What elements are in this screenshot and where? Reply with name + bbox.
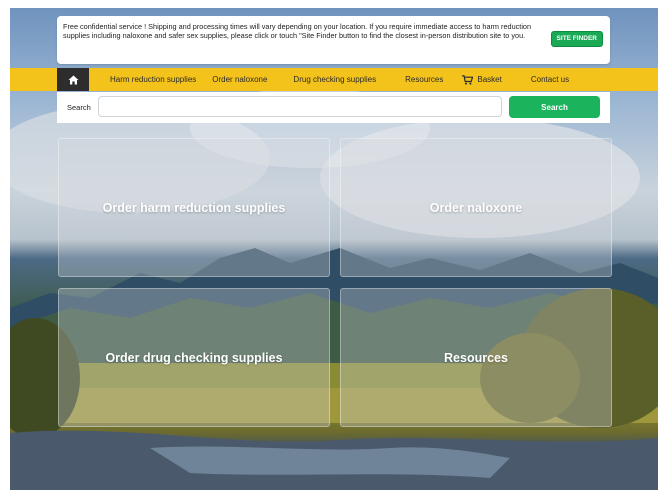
nav-resources[interactable]: Resources [405, 75, 443, 84]
page-frame: Free confidential service ! Shipping and… [10, 8, 658, 490]
notice-banner: Free confidential service ! Shipping and… [57, 16, 610, 64]
tile-order-harm-reduction-supplies[interactable]: Order harm reduction supplies [58, 138, 330, 277]
nav-order-naloxone[interactable]: Order naloxone [212, 75, 267, 84]
home-icon [68, 75, 78, 84]
search-label: Search [67, 103, 91, 112]
nav-basket-label: Basket [477, 75, 502, 84]
main-navigation: Harm reduction supplies Order naloxone D… [10, 68, 658, 91]
cart-icon [462, 74, 474, 85]
tile-resources[interactable]: Resources [340, 288, 612, 427]
nav-harm-reduction-supplies[interactable]: Harm reduction supplies [110, 75, 196, 84]
tile-order-drug-checking-supplies[interactable]: Order drug checking supplies [58, 288, 330, 427]
tile-order-naloxone[interactable]: Order naloxone [340, 138, 612, 277]
nav-drug-checking-supplies[interactable]: Drug checking supplies [293, 75, 376, 84]
nav-contact-us[interactable]: Contact us [531, 75, 569, 84]
site-finder-button[interactable]: SITE FINDER [550, 31, 603, 47]
search-bar: Search Search [57, 92, 610, 123]
search-input[interactable] [98, 96, 502, 117]
home-button[interactable] [57, 68, 89, 91]
nav-basket[interactable]: Basket [462, 74, 502, 85]
notice-text: Free confidential service ! Shipping and… [63, 22, 532, 41]
search-button[interactable]: Search [509, 96, 600, 118]
